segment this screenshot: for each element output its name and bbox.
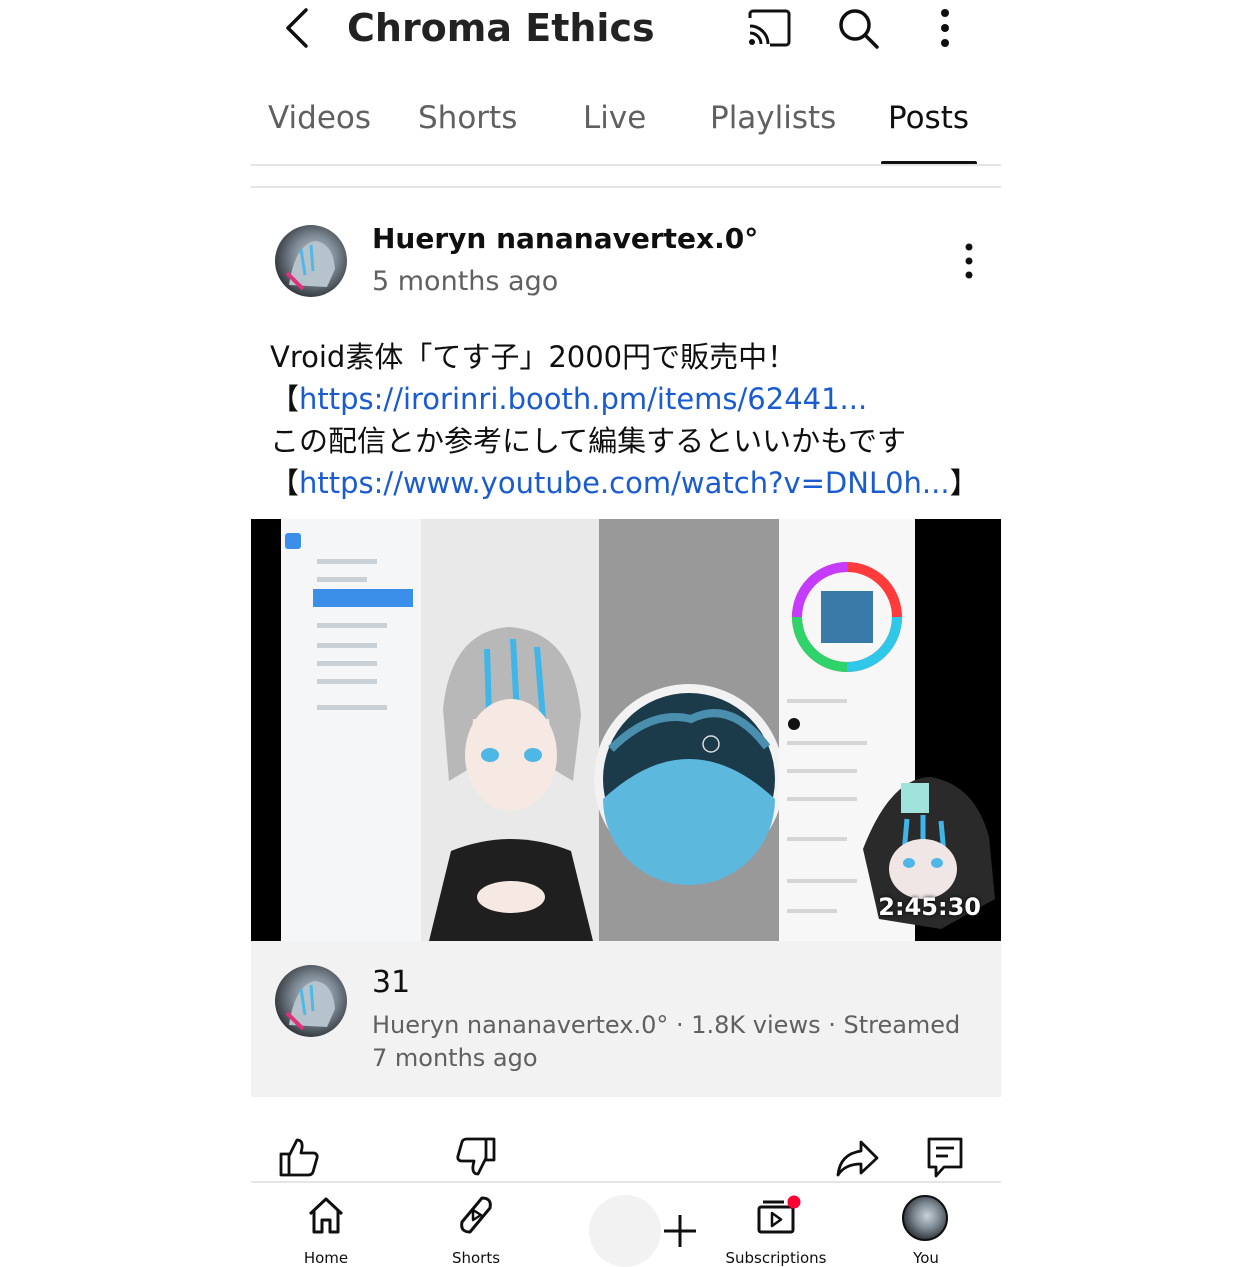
bracket: 【	[270, 382, 300, 416]
thumbnail-image	[251, 519, 1001, 941]
bracket: 】	[949, 466, 979, 500]
post-divider	[251, 186, 1001, 188]
nav-subscriptions-label: Subscriptions	[725, 1249, 827, 1267]
post-author[interactable]: Hueryn nananavertex.0°	[372, 222, 758, 255]
post-line: この配信とか参考にして編集するといいかもです	[270, 424, 906, 458]
video-info-card[interactable]: 31 Hueryn nananavertex.0° · 1.8K views ·…	[251, 941, 1001, 1097]
nav-home[interactable]: Home	[251, 1195, 401, 1267]
nav-shorts[interactable]: Shorts	[401, 1195, 551, 1267]
post-line: 【https://irorinri.booth.pm/items/62441..…	[270, 378, 995, 420]
nav-you[interactable]: You	[851, 1195, 1001, 1267]
nav-home-label: Home	[303, 1249, 349, 1267]
post-time: 5 months ago	[372, 266, 559, 297]
cast-icon[interactable]	[745, 6, 793, 50]
share-icon[interactable]	[835, 1138, 879, 1178]
post-line: Vroid素体「てす子」2000円で販売中！	[270, 340, 797, 374]
tab-playlists[interactable]: Playlists	[710, 96, 836, 146]
home-icon	[308, 1197, 344, 1234]
tab-shorts[interactable]: Shorts	[418, 96, 517, 146]
booth-link[interactable]: https://irorinri.booth.pm/items/62441...	[299, 382, 867, 416]
post-text: Vroid素体「てす子」2000円で販売中！ 【https://irorinri…	[270, 336, 995, 504]
create-button[interactable]	[589, 1195, 696, 1267]
post-line: 【https://www.youtube.com/watch?v=DNL0h..…	[270, 462, 995, 504]
video-duration: 2:45:30	[878, 893, 981, 921]
like-icon[interactable]	[278, 1136, 320, 1178]
nav-you-label: You	[913, 1249, 939, 1267]
subscriptions-icon	[757, 1195, 801, 1234]
nav-shorts-label: Shorts	[451, 1249, 501, 1267]
nav-subscriptions[interactable]: Subscriptions	[701, 1195, 851, 1267]
tab-videos[interactable]: Videos	[268, 96, 371, 146]
nav-create[interactable]	[551, 1195, 701, 1267]
tab-live[interactable]: Live	[583, 96, 646, 146]
youtube-link[interactable]: https://www.youtube.com/watch?v=DNL0h...	[299, 466, 950, 500]
back-arrow-icon[interactable]	[278, 4, 322, 52]
author-avatar[interactable]	[275, 225, 347, 297]
dislike-icon[interactable]	[455, 1136, 497, 1178]
shorts-icon	[460, 1196, 492, 1234]
bottom-nav: Home Shorts Subscriptions You	[251, 1181, 1001, 1267]
video-author-avatar[interactable]	[275, 965, 347, 1037]
video-meta: Hueryn nananavertex.0° · 1.8K views · St…	[372, 1011, 961, 1072]
comment-icon[interactable]	[926, 1136, 964, 1178]
tab-posts[interactable]: Posts	[888, 96, 969, 146]
tabs-divider	[251, 164, 1001, 166]
search-icon[interactable]	[834, 4, 882, 52]
bracket: 【	[270, 466, 300, 500]
post-more-icon[interactable]	[954, 240, 984, 284]
more-vert-icon[interactable]	[924, 4, 966, 52]
video-title[interactable]: 31	[372, 965, 410, 1000]
channel-title: Chroma Ethics	[347, 6, 655, 50]
avatar	[902, 1195, 948, 1241]
video-thumbnail[interactable]: 2:45:30	[251, 519, 1001, 941]
